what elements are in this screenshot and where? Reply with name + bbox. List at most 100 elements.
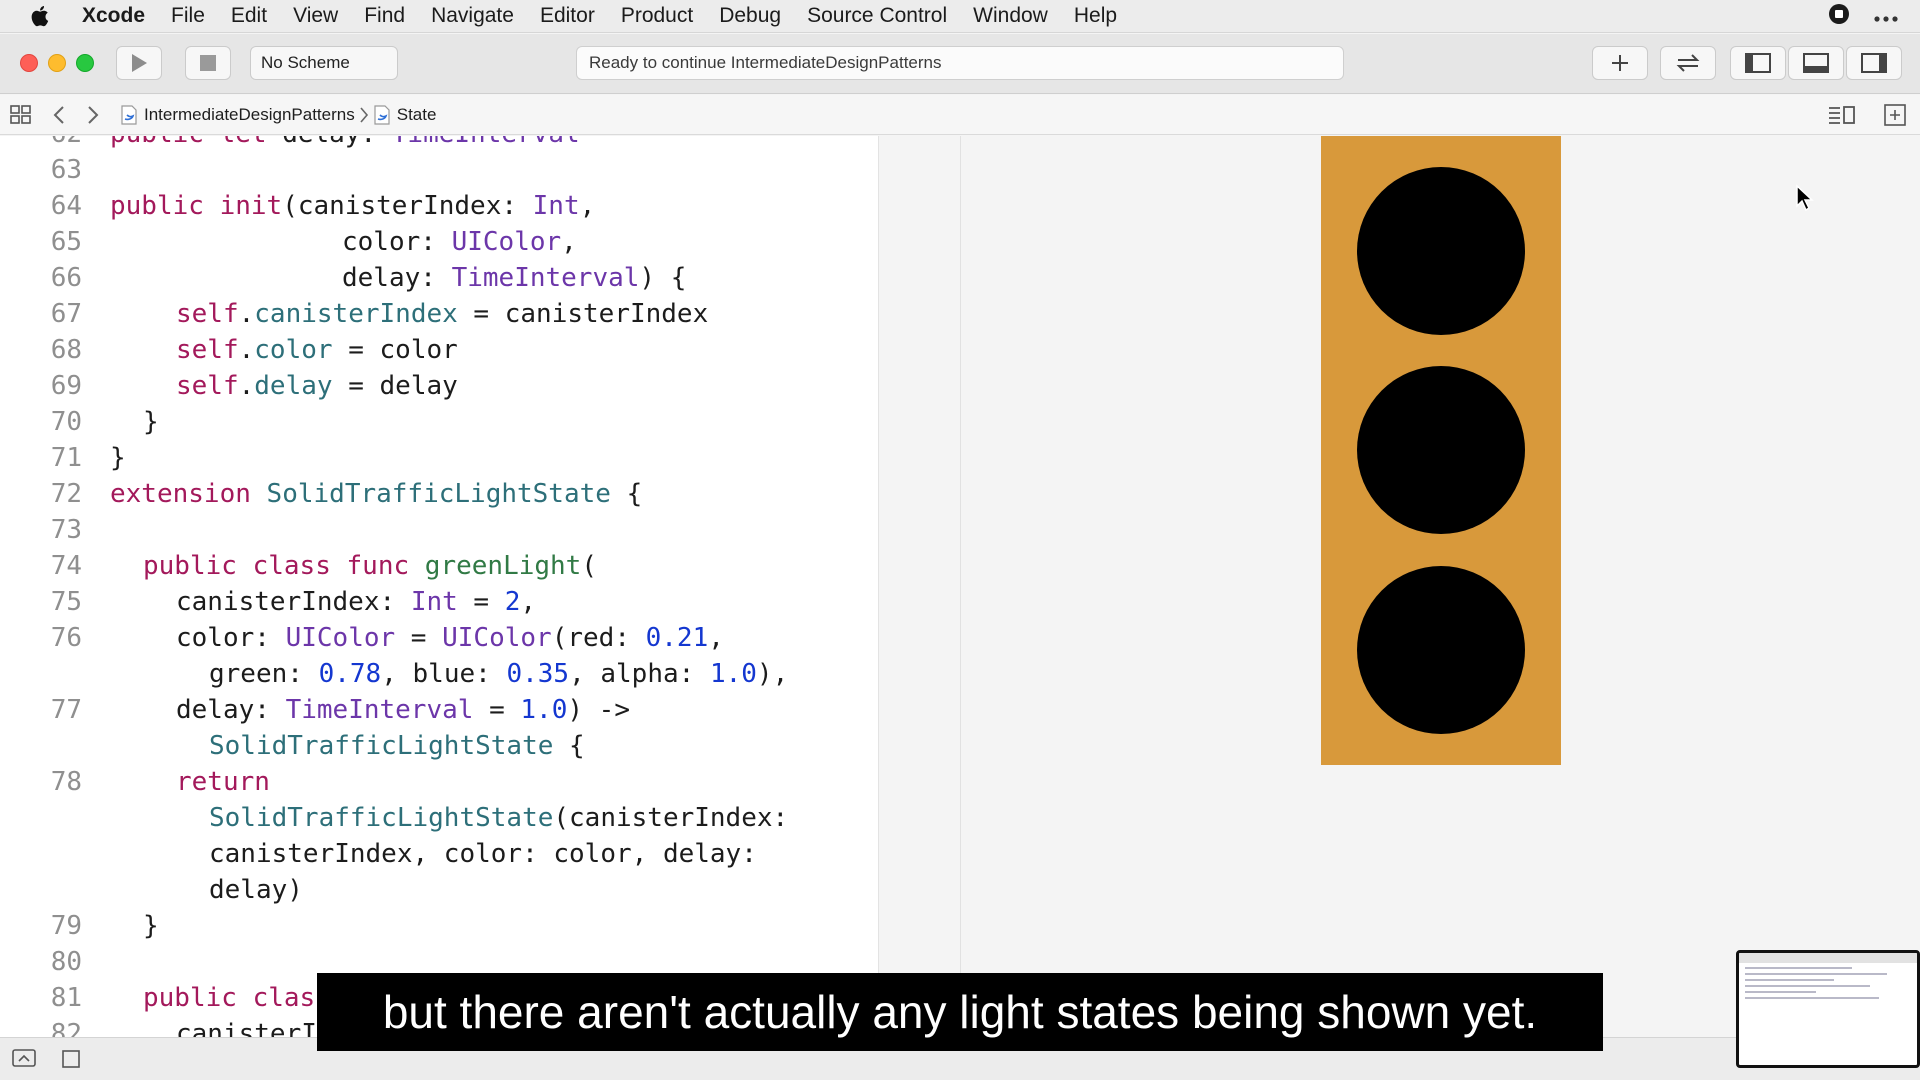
code-line: 74 public class func greenLight(: [0, 548, 878, 584]
toggle-inspector-button[interactable]: [1846, 46, 1902, 80]
add-editor-icon[interactable]: [1884, 95, 1906, 135]
mouse-pointer-icon: [1796, 184, 1814, 212]
swift-file-icon: [374, 105, 390, 125]
menu-file[interactable]: File: [158, 4, 218, 28]
menu-edit[interactable]: Edit: [218, 4, 280, 28]
play-icon: [132, 54, 147, 72]
toggle-console-icon[interactable]: [62, 1050, 80, 1073]
code-line: 76 color: UIColor = UIColor(red: 0.21,: [0, 620, 878, 656]
code-line: 67 self.canisterIndex = canisterIndex: [0, 296, 878, 332]
traffic-light-canister: [1357, 167, 1525, 335]
hide-debug-area-icon[interactable]: [12, 1048, 36, 1073]
menu-editor[interactable]: Editor: [527, 4, 608, 28]
menu-debug[interactable]: Debug: [706, 4, 794, 28]
traffic-light-view: [1321, 136, 1561, 765]
plus-icon: [1612, 55, 1628, 71]
code-text: color: UIColor,: [342, 227, 577, 257]
code-text: canisterIndex: Int = 2,: [176, 587, 537, 617]
menu-source-control[interactable]: Source Control: [794, 4, 960, 28]
bottom-panel-icon: [1803, 53, 1829, 73]
code-text: green: 0.78, blue: 0.35, alpha: 1.0),: [209, 659, 789, 689]
close-window-button[interactable]: [20, 54, 38, 72]
code-line: SolidTrafficLightState(canisterIndex:: [0, 800, 878, 836]
code-line: delay): [0, 872, 878, 908]
library-button[interactable]: [1592, 46, 1648, 80]
traffic-light-canister: [1357, 566, 1525, 734]
breadcrumb-separator-icon: [360, 107, 368, 123]
code-text: SolidTrafficLightState(canisterIndex:: [209, 803, 789, 833]
breadcrumb-label-state: State: [396, 105, 437, 124]
jump-bar: IntermediateDesignPatterns State: [0, 95, 1920, 135]
video-caption: but there aren't actually any light stat…: [317, 973, 1603, 1051]
toggle-debug-area-button[interactable]: [1788, 46, 1844, 80]
code-line: 63: [50, 155, 82, 185]
code-review-button[interactable]: [1660, 46, 1716, 80]
menu-bar-extras: [1828, 0, 1898, 33]
swift-file-icon: [121, 105, 137, 125]
breadcrumb-item-state[interactable]: State: [373, 105, 437, 125]
code-line: 62public let delay: TimeInterval: [0, 136, 878, 152]
code-line: 77 delay: TimeInterval = 1.0) ->: [0, 692, 878, 728]
code-text: }: [143, 911, 159, 941]
apple-menu-icon[interactable]: [0, 4, 78, 28]
code-text: public class func greenLight(: [143, 551, 597, 581]
related-items-icon[interactable]: [10, 95, 32, 135]
left-panel-icon: [1745, 53, 1771, 73]
code-line: 72 extension SolidTrafficLightState {: [0, 476, 878, 512]
menu-product[interactable]: Product: [608, 4, 706, 28]
code-line: 71}: [0, 440, 878, 476]
code-line: green: 0.78, blue: 0.35, alpha: 1.0),: [0, 656, 878, 692]
code-text: self.delay = delay: [176, 371, 458, 401]
stop-icon: [200, 55, 216, 71]
scheme-selector[interactable]: No Scheme: [250, 46, 398, 80]
editor-options-icon[interactable]: [1828, 95, 1856, 135]
back-chevron-icon[interactable]: [52, 95, 66, 135]
menu-window[interactable]: Window: [960, 4, 1061, 28]
zoom-window-button[interactable]: [76, 54, 94, 72]
code-line: 69 self.delay = delay: [0, 368, 878, 404]
code-line: 66 delay: TimeInterval) {: [0, 260, 878, 296]
code-line: SolidTrafficLightState {: [0, 728, 878, 764]
menu-view[interactable]: View: [280, 4, 351, 28]
traffic-light-canister: [1357, 366, 1525, 534]
activity-status-field: Ready to continue IntermediateDesignPatt…: [576, 46, 1344, 80]
menu-navigate[interactable]: Navigate: [418, 4, 527, 28]
minimize-window-button[interactable]: [48, 54, 66, 72]
code-text: extension SolidTrafficLightState {: [110, 479, 643, 509]
code-text: delay: TimeInterval = 1.0) ->: [176, 695, 630, 725]
menu-find[interactable]: Find: [351, 4, 418, 28]
code-text: public let delay: TimeInterval: [110, 136, 580, 152]
code-text: color: UIColor = UIColor(red: 0.21,: [176, 623, 724, 653]
code-text: delay: TimeInterval) {: [342, 263, 687, 293]
source-editor[interactable]: 62public let delay: TimeInterval 63 64pu…: [0, 136, 879, 1037]
code-text: canisterI: [176, 1019, 317, 1037]
code-text: public class: [143, 983, 331, 1013]
breadcrumb-item-project[interactable]: IntermediateDesignPatterns: [120, 105, 355, 125]
code-line: 73: [50, 515, 82, 545]
code-line: canisterIndex, color: color, delay:: [0, 836, 878, 872]
menu-xcode[interactable]: Xcode: [78, 4, 158, 28]
stop-button[interactable]: [185, 46, 231, 80]
code-line: 70}: [0, 404, 878, 440]
code-text: SolidTrafficLightState {: [209, 731, 585, 761]
record-stop-icon[interactable]: [1828, 3, 1850, 31]
code-line: 64 public init(canisterIndex: Int,: [0, 188, 878, 224]
toggle-navigator-button[interactable]: [1730, 46, 1786, 80]
run-button[interactable]: [116, 46, 162, 80]
code-text: canisterIndex, color: color, delay:: [209, 839, 757, 869]
code-text: return: [176, 767, 270, 797]
breadcrumb-label-project: IntermediateDesignPatterns: [144, 105, 355, 124]
more-icon[interactable]: [1874, 5, 1898, 29]
screen-thumbnail[interactable]: [1736, 950, 1920, 1068]
code-text: }: [110, 443, 126, 473]
menu-bar: Xcode File Edit View Find Navigate Edito…: [0, 0, 1920, 33]
forward-chevron-icon[interactable]: [86, 95, 100, 135]
canvas-divider: [960, 136, 961, 1037]
code-text: }: [143, 407, 159, 437]
code-line: 68 self.color = color: [0, 332, 878, 368]
menu-help[interactable]: Help: [1061, 4, 1130, 28]
swap-arrows-icon: [1676, 54, 1700, 72]
right-panel-icon: [1861, 53, 1887, 73]
code-text: self.color = color: [176, 335, 458, 365]
live-view-canvas[interactable]: [880, 136, 1920, 1037]
